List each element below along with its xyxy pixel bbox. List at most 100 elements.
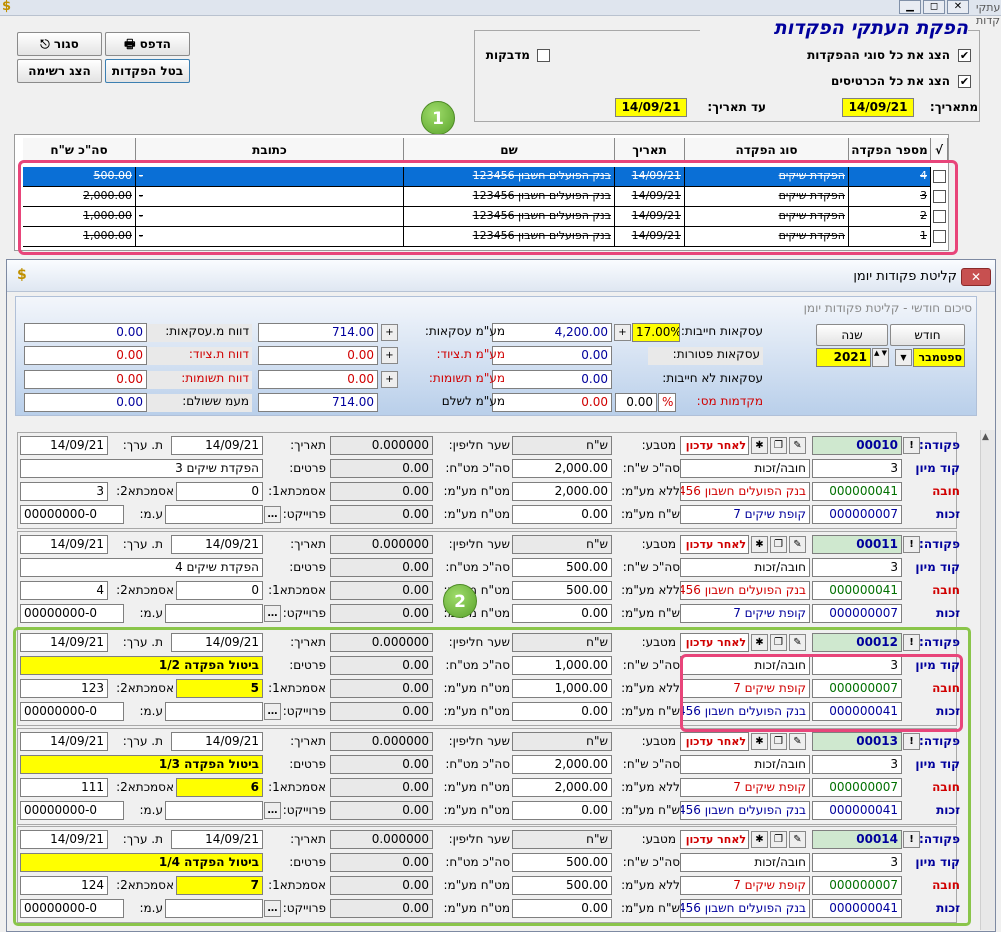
project-lookup-icon[interactable]: …	[264, 604, 281, 622]
from-date-input[interactable]: 14/09/21	[842, 98, 914, 117]
from-date-label: מתאריך:	[929, 100, 978, 114]
details-field[interactable]: הפקדת שיקים 4	[20, 557, 263, 577]
ref1-label: אסמכתא1:	[268, 582, 326, 597]
value-date-field[interactable]: 14/09/21	[20, 534, 108, 554]
vat-number-field[interactable]: 00000000-0	[20, 603, 124, 623]
project-field[interactable]	[165, 505, 263, 524]
credit-account-field[interactable]: 000000007	[812, 505, 902, 524]
col-deposit-type[interactable]: סוג הפקדה	[685, 138, 849, 162]
date-field[interactable]: 14/09/21	[171, 534, 263, 554]
cancel-deposits-button[interactable]: בטל הפקדות	[105, 59, 190, 83]
no-vat-field[interactable]: 2,000.00	[512, 482, 612, 501]
details-field[interactable]: הפקדת שיקים 3	[20, 459, 263, 478]
year-header[interactable]: שנה	[816, 324, 888, 346]
close-button[interactable]: ⎋ סגור	[17, 32, 102, 56]
currency-field[interactable]: ש"ח	[512, 534, 612, 554]
fx-vat-field-2[interactable]: 0.00	[330, 505, 433, 524]
close-icon[interactable]: ✕	[947, 0, 969, 14]
percent-sign: %	[658, 392, 676, 412]
add-vat-equip-icon[interactable]: +	[381, 347, 398, 365]
year-input[interactable]: 2021	[816, 348, 871, 367]
edit-icon[interactable]: ✎	[789, 437, 806, 454]
fx-vat-field-2[interactable]: 0.00	[330, 603, 433, 623]
order-number[interactable]: 00011	[812, 534, 902, 554]
copy-window-icon[interactable]: ❐	[770, 437, 787, 454]
project-lookup-icon[interactable]: …	[264, 506, 281, 523]
sort-code-field[interactable]: 3	[812, 459, 902, 478]
print-button[interactable]: 🖶 הדפס	[105, 32, 190, 56]
ref1-field[interactable]: 0	[176, 580, 263, 600]
add-taxable-icon[interactable]: +	[614, 324, 631, 341]
month-header[interactable]: חודש	[890, 324, 965, 346]
month-dropdown-icon[interactable]: ▼	[895, 349, 912, 366]
ref2-field[interactable]: 4	[20, 580, 108, 600]
col-total[interactable]: סה"כ ש"ח	[23, 138, 136, 162]
all-types-checkbox[interactable]: ✔	[958, 49, 971, 62]
show-list-button[interactable]: הצג רשימה	[17, 59, 102, 83]
order-info-icon[interactable]: !	[903, 535, 920, 553]
scroll-up-icon[interactable]: ▲	[982, 432, 989, 442]
delete-icon[interactable]: ✱	[751, 535, 768, 553]
year-spinner-icon[interactable]: ▲ ▼	[872, 348, 889, 367]
add-vat-inputs-icon[interactable]: +	[381, 370, 398, 388]
col-address[interactable]: כתובת	[136, 138, 404, 162]
total-field[interactable]: 500.00	[512, 557, 612, 577]
exit-icon: ⎋	[40, 37, 54, 51]
vat-number-field[interactable]: 00000000-0	[20, 505, 124, 524]
ref2-field[interactable]: 3	[20, 482, 108, 501]
debit-account-field[interactable]: 000000041	[812, 482, 902, 501]
currency-field[interactable]: ש"ח	[512, 436, 612, 455]
step-badge-2: 2	[443, 584, 477, 618]
total-fx-field[interactable]: 0.00	[330, 557, 433, 577]
month-select[interactable]: ספטמבר	[913, 348, 965, 367]
value-date-field[interactable]: 14/09/21	[20, 436, 108, 455]
total-fx-label: סה"כ מט"ח:	[445, 461, 510, 475]
add-vat-trans-icon[interactable]: +	[381, 324, 398, 341]
restore-icon[interactable]: ◻	[923, 0, 945, 14]
copy-window-icon[interactable]: ❐	[770, 535, 787, 553]
minimize-icon[interactable]: ▁	[899, 0, 921, 14]
col-date[interactable]: תאריך	[615, 138, 685, 162]
col-check[interactable]: √	[931, 138, 948, 162]
project-field[interactable]	[165, 603, 263, 623]
ref1-field[interactable]: 0	[176, 482, 263, 501]
no-vat-field[interactable]: 500.00	[512, 580, 612, 600]
credit-account-field[interactable]: 000000007	[812, 603, 902, 623]
nis-vat-field[interactable]: 0.00	[512, 603, 612, 623]
fx-vat-field[interactable]: 0.00	[330, 482, 433, 501]
currency-label: מטבע:	[641, 438, 676, 452]
total-field[interactable]: 2,000.00	[512, 459, 612, 478]
date-field[interactable]: 14/09/21	[171, 436, 263, 455]
nis-vat-label: ש"ח מע"מ:	[620, 507, 680, 521]
to-date-input[interactable]: 14/09/21	[615, 98, 687, 117]
total-fx-field[interactable]: 0.00	[330, 459, 433, 478]
stickers-checkbox[interactable]	[537, 49, 550, 62]
close-window-icon[interactable]: ✕	[961, 268, 991, 286]
summary-label-l_exempt: עסקאות פטורות:	[648, 347, 763, 366]
details-label: פרטים:	[289, 461, 326, 475]
rate-field[interactable]: 0.000000	[330, 534, 433, 554]
order-info-icon[interactable]: !	[903, 437, 920, 454]
details-label: פרטים:	[289, 559, 326, 574]
col-name[interactable]: שם	[404, 138, 615, 162]
debit-credit-field[interactable]: חובה/זכות	[680, 459, 810, 478]
rate-field[interactable]: 0.000000	[330, 436, 433, 455]
print-icon: 🖶	[124, 37, 140, 51]
records-scrollbar[interactable]: ▲	[980, 430, 995, 930]
edit-icon[interactable]: ✎	[789, 535, 806, 553]
summary-label-l_vat_pay: מע"מ לשלם	[441, 393, 505, 408]
debit-account-field[interactable]: 000000041	[812, 580, 902, 600]
col-deposit-number[interactable]: מספר הפקדה	[849, 138, 931, 162]
advance-percent-field[interactable]: 0.00	[615, 392, 657, 412]
sort-code-field[interactable]: 3	[812, 557, 902, 577]
nis-vat-field[interactable]: 0.00	[512, 505, 612, 524]
delete-icon[interactable]: ✱	[751, 437, 768, 454]
total-fx-label: סה"כ מט"ח:	[445, 559, 510, 574]
vat-percent-field[interactable]: 17.00%	[632, 323, 680, 342]
no-vat-label: ללא מע"מ:	[621, 484, 680, 498]
all-cards-checkbox[interactable]: ✔	[958, 75, 971, 88]
order-number[interactable]: 00010	[812, 436, 902, 455]
debit-credit-field[interactable]: חובה/זכות	[680, 557, 810, 577]
summary-label-l_vat_trans: מע"מ עסקאות:	[424, 324, 505, 338]
fx-vat-field[interactable]: 0.00	[330, 580, 433, 600]
